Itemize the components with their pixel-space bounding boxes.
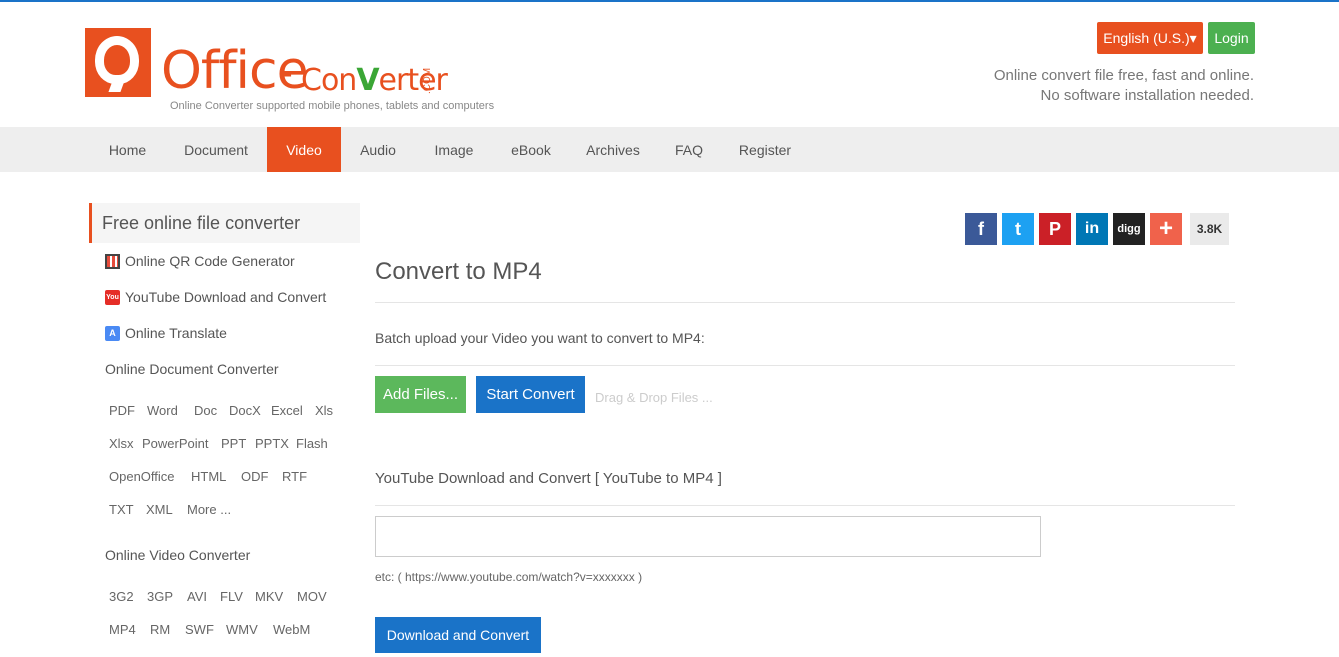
digg-icon[interactable]: digg	[1113, 213, 1145, 245]
nav-audio[interactable]: Audio	[348, 127, 408, 172]
pinterest-icon[interactable]: P	[1039, 213, 1071, 245]
tagline: Online convert file free, fast and onlin…	[994, 66, 1254, 106]
logo-dash: -	[283, 58, 293, 89]
youtube-icon: You	[105, 289, 120, 305]
nav-ebook[interactable]: eBook	[500, 127, 562, 172]
format-link[interactable]: 3GP	[147, 589, 173, 604]
sidebar-title: Free online file converter	[89, 203, 360, 243]
page-title: Convert to MP4	[375, 258, 542, 285]
main-nav: Home Document Video Audio Image eBook Ar…	[0, 127, 1339, 172]
divider	[375, 365, 1235, 366]
format-link[interactable]: PPT	[221, 436, 246, 451]
youtube-section-title: YouTube Download and Convert [ YouTube t…	[375, 470, 722, 487]
nav-home[interactable]: Home	[93, 127, 162, 172]
format-link-more[interactable]: More ...	[187, 502, 231, 517]
format-link[interactable]: SWF	[185, 622, 214, 637]
twitter-icon[interactable]: t	[1002, 213, 1034, 245]
sidebar-section-video: Online Video Converter	[105, 547, 251, 563]
divider	[375, 302, 1235, 303]
share-count: 3.8K	[1190, 213, 1229, 245]
format-link[interactable]: PDF	[109, 403, 135, 418]
format-link[interactable]: XML	[146, 502, 173, 517]
youtube-url-input[interactable]	[375, 516, 1041, 557]
format-link[interactable]: 3G2	[109, 589, 134, 604]
add-files-button[interactable]: Add Files...	[375, 376, 466, 413]
language-dropdown[interactable]: English (U.S.)▾	[1097, 22, 1203, 54]
logo-conv-v: V	[356, 63, 379, 98]
format-link[interactable]: Xlsx	[109, 436, 134, 451]
format-link[interactable]: WebM	[273, 622, 310, 637]
format-link[interactable]: RM	[150, 622, 170, 637]
sidebar-link-label: Online Translate	[125, 325, 227, 341]
nav-faq[interactable]: FAQ	[664, 127, 714, 172]
logo-conv-b: erter	[378, 63, 448, 98]
nav-image[interactable]: Image	[423, 127, 485, 172]
sidebar-link-label: YouTube Download and Convert	[125, 289, 327, 305]
format-link[interactable]: OpenOffice	[109, 469, 175, 484]
download-convert-button[interactable]: Download and Convert	[375, 617, 541, 653]
plus-icon[interactable]: +	[1150, 213, 1182, 245]
format-link[interactable]: Flash	[296, 436, 328, 451]
sidebar-link-youtube[interactable]: You YouTube Download and Convert	[105, 289, 326, 305]
batch-upload-text: Batch upload your Video you want to conv…	[375, 330, 705, 346]
login-button[interactable]: Login	[1208, 22, 1255, 54]
format-link[interactable]: MP4	[109, 622, 136, 637]
sidebar-link-translate[interactable]: A Online Translate	[105, 325, 227, 341]
translate-icon: A	[105, 325, 120, 341]
divider	[375, 505, 1235, 506]
format-link[interactable]: Excel	[271, 403, 303, 418]
logo-com: .COM	[422, 67, 433, 94]
format-link[interactable]: MOV	[297, 589, 327, 604]
tagline-line-2: No software installation needed.	[1040, 87, 1254, 104]
url-example-text: etc: ( https://www.youtube.com/watch?v=x…	[375, 570, 643, 584]
qr-code-icon	[105, 253, 120, 269]
format-link[interactable]: Doc	[194, 403, 217, 418]
top-accent-line	[0, 0, 1339, 2]
sidebar-link-qr[interactable]: Online QR Code Generator	[105, 253, 295, 269]
format-link[interactable]: WMV	[226, 622, 258, 637]
format-link[interactable]: Xls	[315, 403, 333, 418]
format-link[interactable]: PowerPoint	[142, 436, 208, 451]
nav-register[interactable]: Register	[729, 127, 801, 172]
format-link[interactable]: AVI	[187, 589, 207, 604]
logo-ring	[95, 36, 139, 84]
format-link[interactable]: Word	[147, 403, 178, 418]
facebook-icon[interactable]: f	[965, 213, 997, 245]
start-convert-button[interactable]: Start Convert	[476, 376, 585, 413]
logo-subtitle: Online Converter supported mobile phones…	[170, 100, 495, 112]
logo-conv-a: Con	[301, 63, 357, 98]
format-link[interactable]: DocX	[229, 403, 261, 418]
format-link[interactable]: MKV	[255, 589, 283, 604]
nav-archives[interactable]: Archives	[577, 127, 649, 172]
nav-document[interactable]: Document	[170, 127, 262, 172]
drag-drop-hint[interactable]: Drag & Drop Files ...	[595, 390, 713, 405]
format-link[interactable]: PPTX	[255, 436, 289, 451]
sidebar-section-document: Online Document Converter	[105, 361, 279, 377]
format-link[interactable]: TXT	[109, 502, 134, 517]
format-link[interactable]: HTML	[191, 469, 226, 484]
sidebar-link-label: Online QR Code Generator	[125, 253, 295, 269]
format-link[interactable]: RTF	[282, 469, 307, 484]
nav-video[interactable]: Video	[267, 127, 341, 172]
logo-icon[interactable]	[85, 28, 151, 97]
linkedin-icon[interactable]: in	[1076, 213, 1108, 245]
tagline-line-1: Online convert file free, fast and onlin…	[993, 67, 1254, 84]
format-link[interactable]: FLV	[220, 589, 243, 604]
format-link[interactable]: ODF	[241, 469, 268, 484]
